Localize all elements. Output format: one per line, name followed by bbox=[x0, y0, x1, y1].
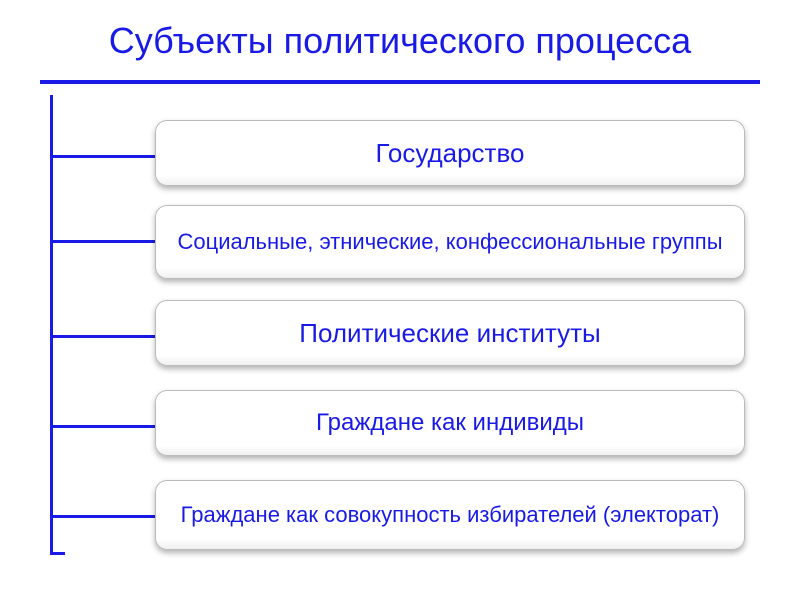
connector-line bbox=[50, 335, 155, 338]
item-box-state: Государство bbox=[155, 120, 745, 186]
connector-line bbox=[50, 240, 155, 243]
bracket-bottom-cap bbox=[50, 552, 65, 555]
item-box-political-institutions: Политические институты bbox=[155, 300, 745, 366]
diagram-title: Субъекты политического процесса bbox=[0, 0, 800, 80]
connector-line bbox=[50, 425, 155, 428]
item-label: Государство bbox=[376, 138, 525, 169]
item-box-citizens-electorate: Граждане как совокупность избирателей (э… bbox=[155, 480, 745, 550]
item-label: Граждане как индивиды bbox=[316, 409, 584, 437]
item-label: Социальные, этнические, конфессиональные… bbox=[177, 228, 722, 257]
connector-line bbox=[50, 155, 155, 158]
item-box-citizens-individual: Граждане как индивиды bbox=[155, 390, 745, 456]
item-box-social-groups: Социальные, этнические, конфессиональные… bbox=[155, 205, 745, 279]
bracket-vertical bbox=[50, 95, 53, 555]
item-label: Политические институты bbox=[299, 318, 600, 349]
title-underline bbox=[40, 80, 760, 84]
item-label: Граждане как совокупность избирателей (э… bbox=[181, 501, 720, 530]
connector-line bbox=[50, 515, 155, 518]
